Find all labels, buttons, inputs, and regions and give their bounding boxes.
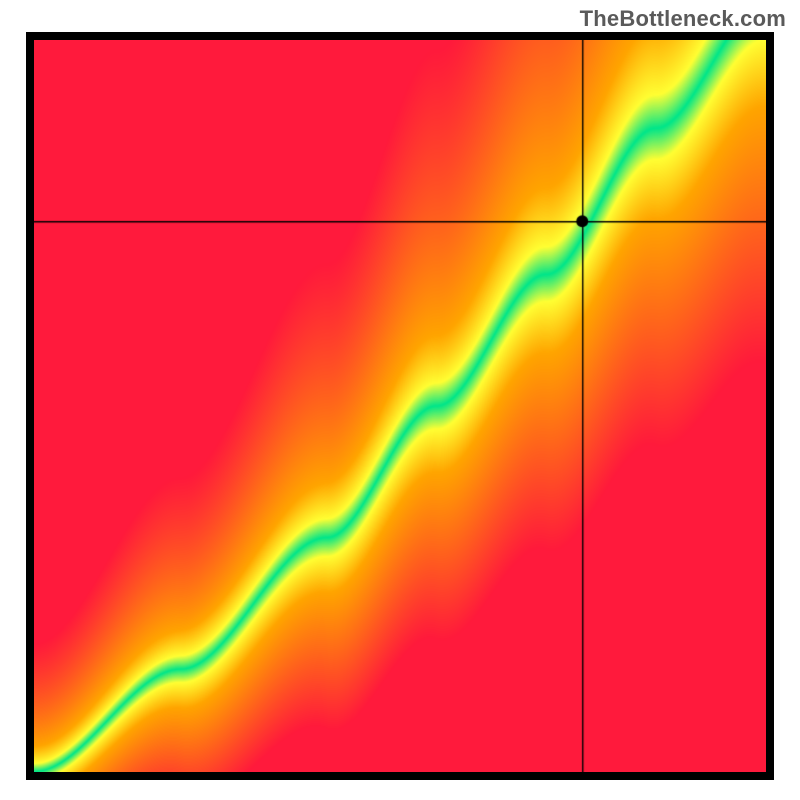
heatmap-canvas <box>34 40 766 772</box>
heatmap-plot <box>26 32 774 780</box>
watermark-text: TheBottleneck.com <box>580 6 786 32</box>
